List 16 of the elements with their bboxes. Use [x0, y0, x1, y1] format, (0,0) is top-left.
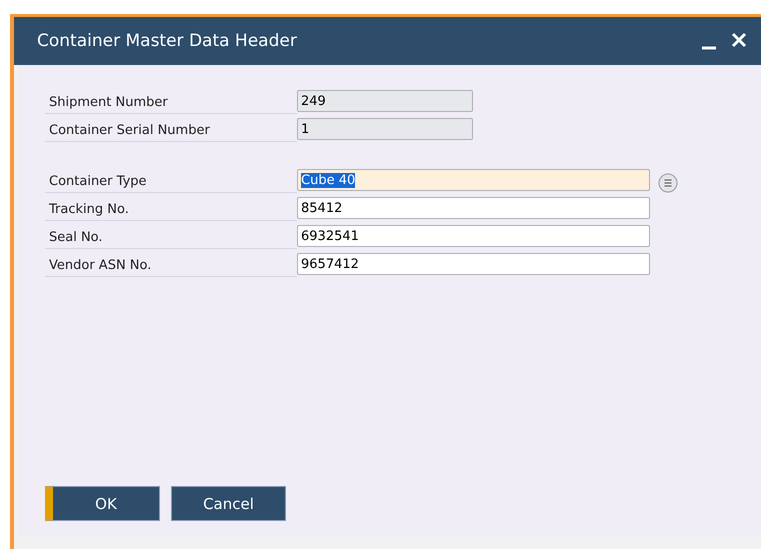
- field-label: Seal No.: [45, 228, 297, 248]
- input-field[interactable]: 85412: [297, 197, 650, 219]
- cancel-button[interactable]: Cancel: [171, 486, 286, 521]
- input-field[interactable]: Cube 40: [297, 169, 650, 191]
- readonly-field[interactable]: 249: [297, 90, 473, 112]
- field-label: Shipment Number: [45, 92, 297, 114]
- ok-button[interactable]: OK: [45, 486, 160, 521]
- input-field[interactable]: 6932541: [297, 225, 650, 247]
- field-label: Container Type: [45, 172, 297, 192]
- field-label: Vendor ASN No.: [45, 256, 297, 276]
- field-label: Container Serial Number: [45, 120, 297, 142]
- list-icon[interactable]: [658, 173, 678, 193]
- field-label: Tracking No.: [45, 200, 297, 220]
- input-field[interactable]: 9657412: [297, 253, 650, 275]
- window-title: Container Master Data Header: [37, 31, 297, 51]
- readonly-field[interactable]: 1: [297, 118, 473, 140]
